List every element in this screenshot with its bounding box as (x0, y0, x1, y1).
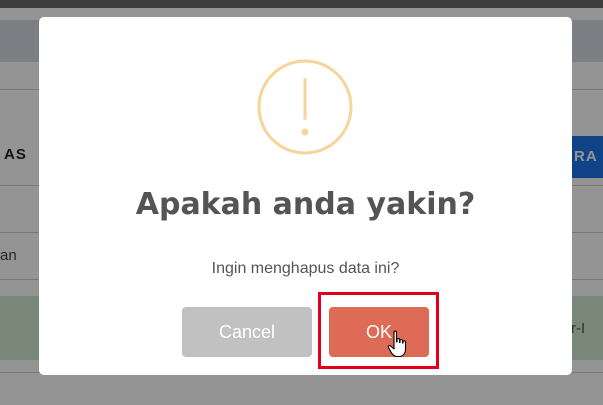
confirm-dialog: Apakah anda yakin? Ingin menghapus data … (39, 17, 572, 375)
hand-pointer-cursor-icon (387, 330, 407, 358)
highlight-box (318, 292, 439, 369)
dialog-title: Apakah anda yakin? (135, 187, 476, 222)
warning-exclamation-icon (257, 59, 353, 155)
dialog-message: Ingin menghapus data ini? (211, 260, 400, 277)
cancel-button[interactable]: Cancel (182, 307, 312, 357)
